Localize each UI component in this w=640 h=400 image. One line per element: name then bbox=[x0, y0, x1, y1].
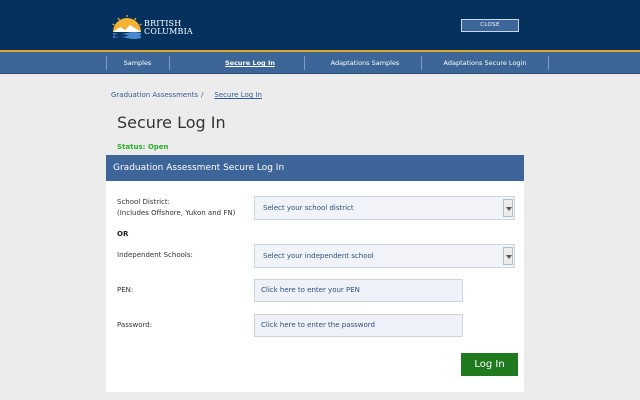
nav-divider bbox=[169, 56, 170, 70]
school-district-label: School District: (Includes Offshore, Yuk… bbox=[117, 197, 235, 219]
password-label: Password: bbox=[117, 321, 153, 329]
status-text: Status: Open bbox=[117, 143, 169, 151]
sun-logo-icon bbox=[112, 15, 142, 39]
nav-item-secure-log-in[interactable]: Secure Log In bbox=[220, 52, 280, 74]
nav-divider bbox=[548, 56, 549, 70]
logo-line-2: COLUMBIA bbox=[144, 27, 193, 36]
site-header: BRITISH COLUMBIA CLOSE bbox=[0, 0, 640, 50]
nav-divider bbox=[421, 56, 422, 70]
school-district-label-line-1: School District: bbox=[117, 198, 170, 206]
breadcrumb-separator: / bbox=[201, 91, 204, 99]
main-nav: Samples Secure Log In Adaptations Sample… bbox=[0, 52, 640, 74]
logo-text: BRITISH COLUMBIA bbox=[144, 20, 193, 36]
password-input[interactable]: Click here to enter the password bbox=[254, 314, 463, 337]
bc-logo[interactable]: BRITISH COLUMBIA bbox=[110, 14, 200, 40]
log-in-button[interactable]: Log In bbox=[461, 353, 518, 376]
independent-school-select[interactable]: Select your independent school bbox=[254, 244, 515, 268]
page-title: Secure Log In bbox=[117, 113, 226, 132]
chevron-down-icon[interactable] bbox=[503, 247, 513, 265]
nav-divider bbox=[304, 56, 305, 70]
independent-schools-label: Independent Schools: bbox=[117, 251, 193, 259]
breadcrumb: Graduation Assessments / Secure Log In bbox=[111, 91, 262, 99]
independent-school-select-value: Select your independent school bbox=[263, 252, 374, 260]
chevron-down-icon[interactable] bbox=[503, 199, 513, 217]
pen-input[interactable]: Click here to enter your PEN bbox=[254, 279, 463, 302]
pen-label: PEN: bbox=[117, 286, 134, 294]
close-button[interactable]: CLOSE bbox=[461, 19, 519, 32]
or-label: OR bbox=[117, 230, 129, 238]
nav-item-samples[interactable]: Samples bbox=[106, 52, 169, 74]
school-district-select-value: Select your school district bbox=[263, 204, 354, 212]
school-district-label-line-2: (Includes Offshore, Yukon and FN) bbox=[117, 209, 236, 217]
breadcrumb-current[interactable]: Secure Log In bbox=[214, 91, 262, 99]
nav-item-adaptations-samples[interactable]: Adaptations Samples bbox=[320, 52, 410, 74]
panel-title: Graduation Assessment Secure Log In bbox=[106, 155, 524, 181]
breadcrumb-link-graduation-assessments[interactable]: Graduation Assessments bbox=[111, 91, 198, 99]
school-district-select[interactable]: Select your school district bbox=[254, 196, 515, 220]
nav-item-adaptations-secure-login[interactable]: Adaptations Secure Login bbox=[430, 52, 540, 74]
